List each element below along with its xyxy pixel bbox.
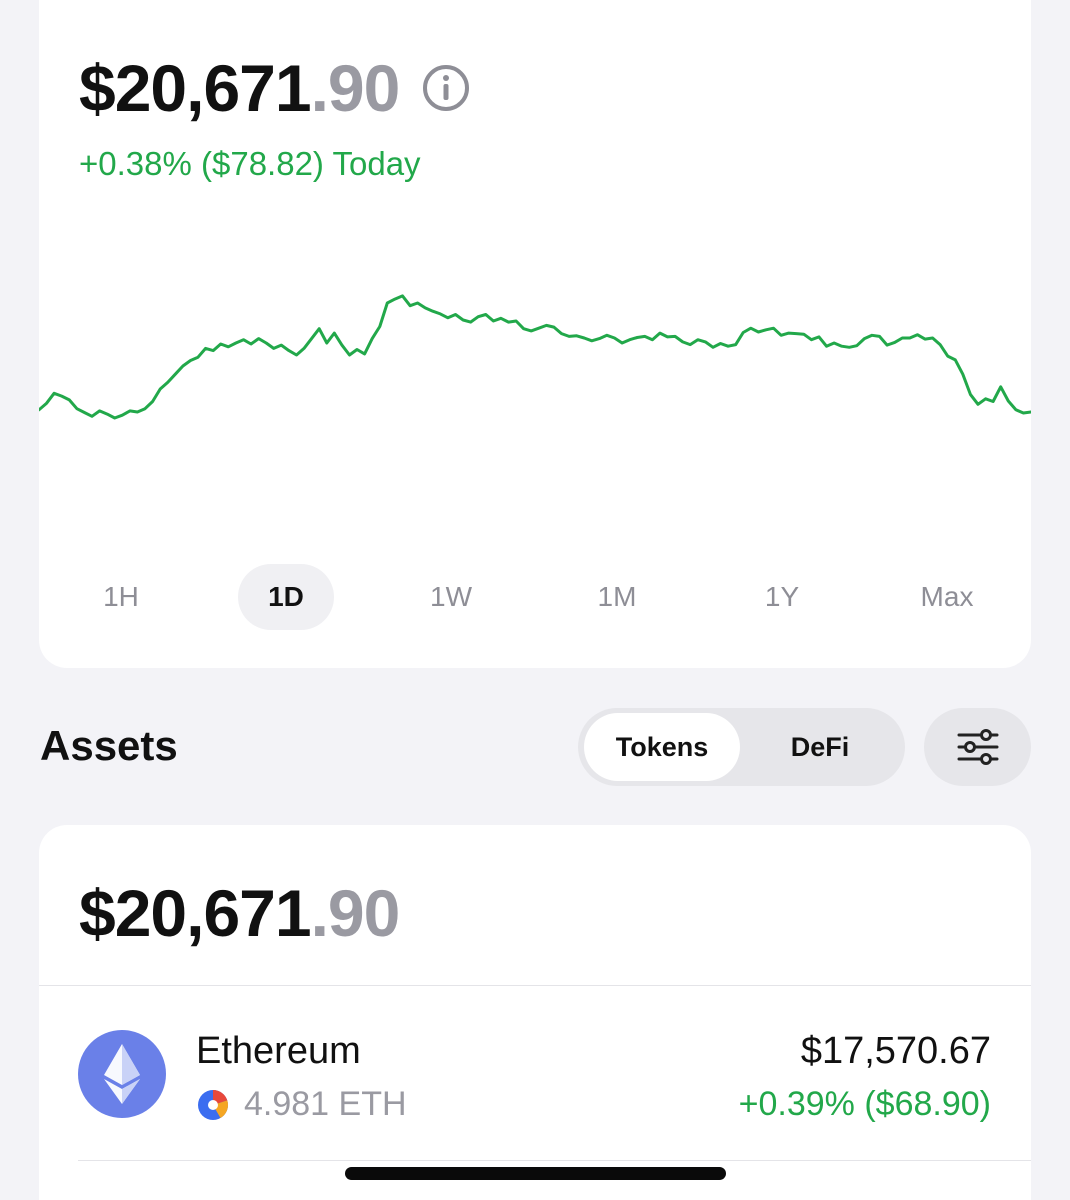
defi-tab[interactable]: DeFi bbox=[740, 713, 900, 781]
token-amount: 4.981 ETH bbox=[244, 1085, 407, 1123]
ethereum-logo bbox=[78, 1030, 166, 1118]
period-1h[interactable]: 1H bbox=[73, 564, 169, 630]
pie-chart-icon bbox=[198, 1089, 229, 1120]
portfolio-balance: $20,671.90 bbox=[79, 50, 471, 126]
ethereum-icon bbox=[104, 1044, 140, 1104]
portfolio-card: $20,671.90 +0.38% ($78.82) Today 1H 1D 1… bbox=[39, 0, 1031, 668]
assets-total: $20,671.90 bbox=[79, 875, 401, 951]
home-indicator bbox=[345, 1167, 726, 1180]
assets-card: $20,671.90 Ethereum 4.981 ETH $17,570.67… bbox=[39, 825, 1031, 1200]
row-divider bbox=[78, 1160, 1031, 1161]
balance-main: $20,671 bbox=[79, 51, 312, 125]
token-amount-line: 4.981 ETH bbox=[196, 1085, 407, 1124]
assets-title: Assets bbox=[40, 722, 178, 769]
sliders-icon bbox=[957, 729, 998, 765]
token-change: +0.39% ($68.90) bbox=[738, 1085, 991, 1123]
balance-cents: .90 bbox=[310, 51, 401, 125]
token-name: Ethereum bbox=[196, 1030, 361, 1072]
period-1w[interactable]: 1W bbox=[403, 564, 499, 630]
period-1m[interactable]: 1M bbox=[569, 564, 665, 630]
assets-segmented-control: Tokens DeFi bbox=[578, 708, 905, 786]
info-icon[interactable] bbox=[421, 63, 471, 113]
portfolio-chart[interactable] bbox=[39, 240, 1031, 470]
chart-series-line bbox=[39, 294, 1031, 420]
token-value: $17,570.67 bbox=[800, 1030, 991, 1072]
period-1y[interactable]: 1Y bbox=[734, 564, 830, 630]
filter-button[interactable] bbox=[924, 708, 1031, 786]
portfolio-change: +0.38% ($78.82) Today bbox=[79, 145, 421, 182]
assets-total-main: $20,671 bbox=[79, 876, 312, 950]
token-row-ethereum[interactable]: Ethereum 4.981 ETH $17,570.67 +0.39% ($6… bbox=[39, 985, 1031, 1160]
period-max[interactable]: Max bbox=[899, 564, 995, 630]
tokens-tab[interactable]: Tokens bbox=[584, 713, 740, 781]
period-selector: 1H 1D 1W 1M 1Y Max bbox=[39, 564, 1031, 630]
period-1d[interactable]: 1D bbox=[238, 564, 334, 630]
assets-total-cents: .90 bbox=[310, 876, 401, 950]
